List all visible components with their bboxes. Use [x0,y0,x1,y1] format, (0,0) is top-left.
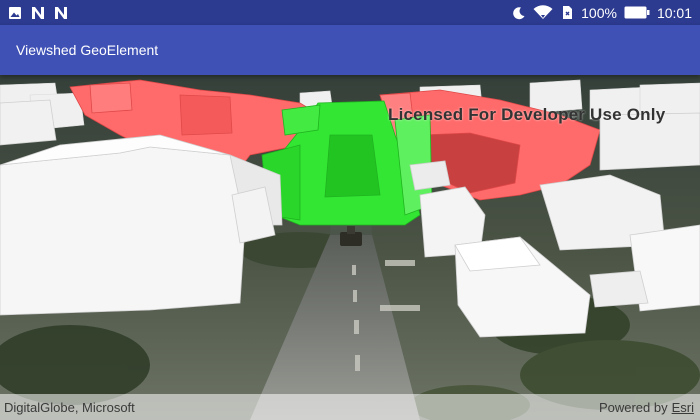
scene-render [0,75,700,420]
status-bar-system: 100% 10:01 [512,5,692,21]
battery-percent: 100% [581,4,617,21]
n-notification-icon [31,6,45,20]
app-title: Viewshed GeoElement [16,42,159,58]
wifi-icon [533,5,553,20]
app-bar: Viewshed GeoElement [0,25,700,75]
developer-license-watermark: Licensed For Developer Use Only [388,105,666,124]
status-bar: 100% 10:01 [0,0,700,25]
powered-by: Powered by Esri [599,400,694,415]
clock: 10:01 [656,4,692,21]
attribution-text: DigitalGlobe, Microsoft [4,399,135,415]
n-notification-icon [54,6,68,20]
sim-no-signal-icon [560,5,574,20]
status-bar-notifications [8,6,68,20]
scene-view[interactable]: Licensed For Developer Use Only DigitalG… [0,75,700,420]
powered-by-label: Powered by [598,399,668,415]
battery-full-icon [624,6,650,19]
image-notification-icon [8,6,22,20]
attribution-bar: DigitalGlobe, Microsoft Powered by Esri [0,394,700,420]
do-not-disturb-moon-icon [512,6,526,20]
esri-link[interactable]: Esri [672,400,694,415]
